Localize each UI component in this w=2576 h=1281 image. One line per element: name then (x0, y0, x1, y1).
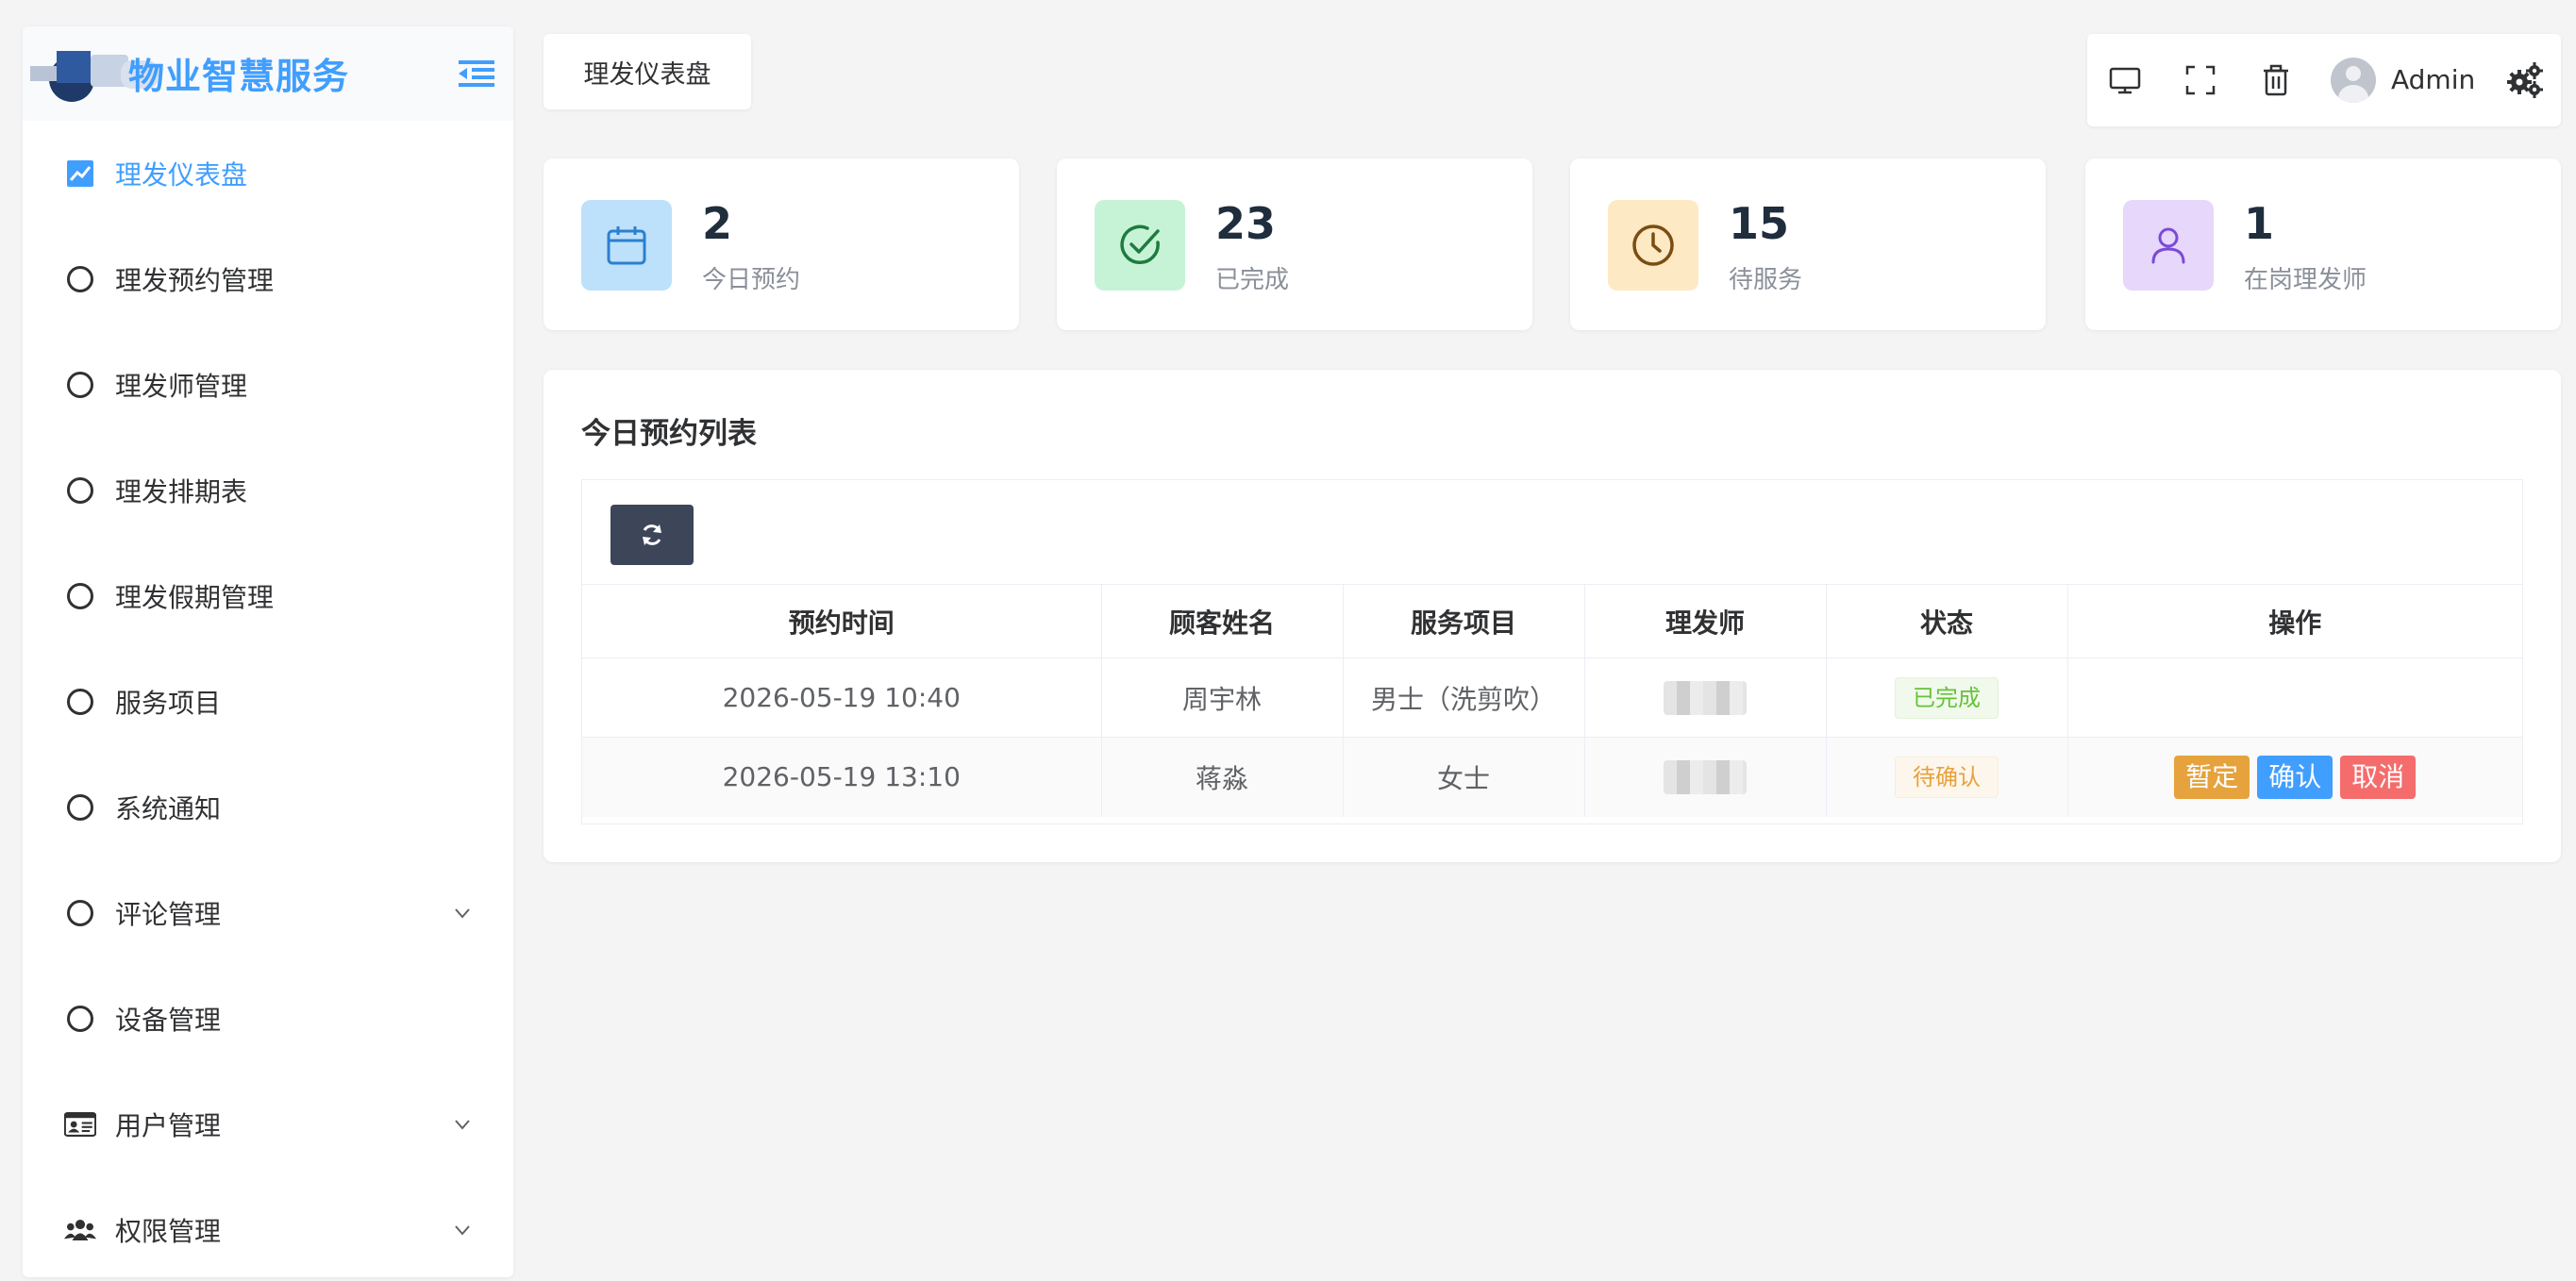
circle-icon (64, 474, 96, 507)
stat-card-today: 2 今日预约 (544, 158, 1019, 330)
sidebar-item-barbers[interactable]: 理发师管理 (23, 332, 513, 438)
hold-button[interactable]: 暂定 (2174, 755, 2250, 799)
id-card-icon (64, 1108, 96, 1140)
username[interactable]: Admin (2391, 64, 2475, 95)
sidebar-item-dashboard[interactable]: 理发仪表盘 (23, 121, 513, 226)
barber-name (1584, 737, 1827, 817)
appointments-table-container: 预约时间 顾客姓名 服务项目 理发师 状态 操作 2026-05-19 10:4… (581, 479, 2523, 824)
stat-label: 今日预约 (702, 266, 801, 294)
customer-name: 周宇林 (1101, 657, 1344, 738)
sidebar-item-label: 评论管理 (115, 899, 222, 930)
chart-icon (64, 158, 96, 190)
users-icon (64, 1214, 96, 1246)
circle-icon (64, 369, 96, 401)
stat-label: 待服务 (1729, 266, 1803, 294)
sidebar-item-label: 理发假期管理 (115, 582, 275, 613)
circle-icon (64, 1003, 96, 1035)
check-circle-icon (1095, 200, 1185, 291)
trash-icon[interactable] (2259, 63, 2293, 97)
stat-card-completed: 23 已完成 (1057, 158, 1532, 330)
status-badge: 已完成 (1895, 676, 1999, 719)
sidebar-item-label: 服务项目 (115, 688, 222, 719)
column-header-customer[interactable]: 顾客姓名 (1101, 584, 1344, 658)
table-row: 2026-05-19 10:40 周宇林 男士（洗剪吹） 已完成 (582, 657, 2522, 738)
stat-card-pending: 15 待服务 (1570, 158, 2046, 330)
sidebar-item-label: 用户管理 (115, 1110, 222, 1141)
stat-value: 1 (2244, 198, 2275, 249)
table-row: 2026-05-19 13:10 蒋淼 女士 待确认 暂定 确认 取消 (582, 737, 2522, 817)
stat-label: 在岗理发师 (2244, 266, 2367, 294)
sidebar-item-comments[interactable]: 评论管理 (23, 860, 513, 966)
tab-dashboard[interactable]: 理发仪表盘 (544, 34, 751, 109)
sidebar-item-devices[interactable]: 设备管理 (23, 966, 513, 1072)
chevron-down-icon (455, 908, 470, 919)
sidebar-item-appointments[interactable]: 理发预约管理 (23, 226, 513, 332)
stat-value: 23 (1215, 198, 1277, 249)
stat-value: 15 (1729, 198, 1790, 249)
clock-icon (1608, 200, 1698, 291)
status-badge: 待确认 (1895, 756, 1999, 798)
sidebar: 物业智慧服务 理发仪表盘 理发预约管理 理发师管理 理发排期表 理发假期管理 服… (23, 26, 513, 1277)
circle-icon (64, 897, 96, 929)
circle-icon (64, 791, 96, 824)
customer-name: 蒋淼 (1101, 737, 1344, 817)
brand-title: 物业智慧服务 (128, 56, 350, 97)
chevron-down-icon (455, 1225, 470, 1236)
sidebar-item-label: 理发仪表盘 (115, 159, 248, 191)
header-toolbar: Admin (2087, 34, 2561, 126)
fullscreen-icon[interactable] (2183, 63, 2217, 97)
sidebar-item-services[interactable]: 服务项目 (23, 649, 513, 755)
sidebar-item-label: 理发师管理 (115, 371, 248, 402)
sidebar-item-label: 系统通知 (115, 793, 222, 824)
service-name: 女士 (1343, 737, 1585, 817)
redacted-barber-name (1664, 680, 1747, 715)
sidebar-item-users[interactable]: 用户管理 (23, 1072, 513, 1177)
sidebar-item-holidays[interactable]: 理发假期管理 (23, 543, 513, 649)
confirm-button[interactable]: 确认 (2257, 755, 2333, 799)
status-cell: 待确认 (1826, 737, 2068, 817)
chevron-down-icon (455, 1120, 470, 1130)
sidebar-item-label: 设备管理 (115, 1005, 222, 1036)
collapse-menu-icon[interactable] (459, 60, 494, 87)
column-header-time[interactable]: 预约时间 (582, 584, 1102, 658)
refresh-button[interactable] (611, 505, 694, 565)
column-header-service[interactable]: 服务项目 (1343, 584, 1585, 658)
barber-name (1584, 657, 1827, 738)
redacted-barber-name (1664, 759, 1747, 794)
sidebar-item-label: 权限管理 (115, 1216, 222, 1247)
sidebar-item-label: 理发预约管理 (115, 265, 275, 296)
sidebar-item-label: 理发排期表 (115, 476, 248, 507)
brand-header: 物业智慧服务 (23, 26, 513, 121)
panel-title: 今日预约列表 (581, 417, 757, 451)
calendar-icon (581, 200, 672, 291)
status-cell: 已完成 (1826, 657, 2068, 738)
circle-icon (64, 263, 96, 295)
refresh-icon (643, 524, 661, 545)
sidebar-menu: 理发仪表盘 理发预约管理 理发师管理 理发排期表 理发假期管理 服务项目 系统通… (23, 121, 513, 1277)
sidebar-item-schedule[interactable]: 理发排期表 (23, 438, 513, 543)
appointment-time: 2026-05-19 13:10 (582, 737, 1102, 817)
today-appointments-panel: 今日预约列表 预约时间 顾客姓名 服务项目 理发师 状态 操作 2026-05-… (544, 370, 2561, 862)
monitor-icon[interactable] (2108, 63, 2142, 97)
cancel-button[interactable]: 取消 (2340, 755, 2417, 799)
column-header-barber[interactable]: 理发师 (1584, 584, 1827, 658)
user-icon (2123, 200, 2214, 291)
column-header-actions[interactable]: 操作 (2067, 584, 2522, 658)
table-header-row: 预约时间 顾客姓名 服务项目 理发师 状态 操作 (582, 584, 2522, 658)
column-header-status[interactable]: 状态 (1826, 584, 2068, 658)
circle-icon (64, 686, 96, 718)
stat-label: 已完成 (1215, 266, 1290, 294)
stat-card-barbers: 1 在岗理发师 (2085, 158, 2561, 330)
avatar[interactable] (2331, 58, 2376, 103)
actions-cell (2067, 657, 2522, 738)
sidebar-item-notifications[interactable]: 系统通知 (23, 755, 513, 860)
stat-value: 2 (702, 198, 733, 249)
service-name: 男士（洗剪吹） (1343, 657, 1585, 738)
sidebar-item-permissions[interactable]: 权限管理 (23, 1177, 513, 1277)
appointments-table: 预约时间 顾客姓名 服务项目 理发师 状态 操作 2026-05-19 10:4… (582, 584, 2522, 817)
appointment-time: 2026-05-19 10:40 (582, 657, 1102, 738)
circle-icon (64, 580, 96, 612)
settings-icon[interactable] (2506, 61, 2544, 99)
actions-cell: 暂定 确认 取消 (2067, 737, 2522, 817)
